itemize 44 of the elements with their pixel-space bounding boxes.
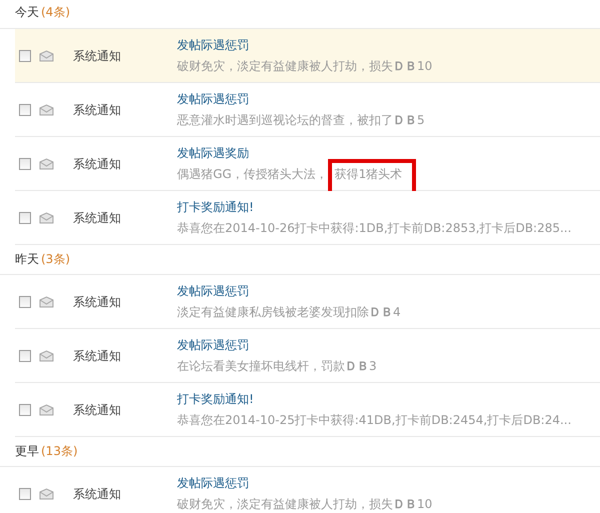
group-count: (4条): [41, 4, 70, 21]
group-label: 更早: [15, 443, 39, 460]
group-count: (13条): [41, 443, 78, 460]
sender-name: 系统通知: [73, 294, 122, 310]
message-title[interactable]: 发帖际遇惩罚: [177, 336, 377, 354]
group-label: 昨天: [15, 251, 39, 268]
checkbox[interactable]: [19, 50, 31, 62]
checkbox[interactable]: [19, 104, 31, 116]
sender-name: 系统通知: [73, 156, 122, 172]
message-title[interactable]: 打卡奖励通知!: [177, 198, 572, 216]
checkbox[interactable]: [19, 350, 31, 362]
message-summary: 恭喜您在2014-10-26打卡中获得:1DB,打卡前DB:2853,打卡后DB:285...: [177, 220, 572, 237]
checkbox[interactable]: [19, 488, 31, 500]
envelope-icon: [39, 158, 54, 170]
group-count: (3条): [41, 251, 70, 268]
envelope-icon: [39, 488, 54, 500]
message-title[interactable]: 发帖际遇惩罚: [177, 90, 425, 108]
sender-name: 系统通知: [73, 486, 122, 502]
message-summary: 恭喜您在2014-10-25打卡中获得:41DB,打卡前DB:2454,打卡后DB:24...: [177, 412, 572, 429]
checkbox[interactable]: [19, 212, 31, 224]
checkbox[interactable]: [19, 404, 31, 416]
sender-name: 系统通知: [73, 402, 122, 418]
message-row[interactable]: 系统通知 打卡奖励通知! 恭喜您在2014-10-26打卡中获得:1DB,打卡前DB:2853,打卡后DB:285...: [15, 191, 600, 245]
message-title[interactable]: 打卡奖励通知!: [177, 390, 572, 408]
message-summary: 在论坛看美女撞坏电线杆，罚款ＤＢ3: [177, 358, 377, 375]
envelope-icon: [39, 296, 54, 308]
envelope-icon: [39, 404, 54, 416]
sender-name: 系统通知: [73, 102, 122, 118]
message-title[interactable]: 发帖际遇惩罚: [177, 282, 401, 300]
group-label: 今天: [15, 4, 39, 21]
sender-name: 系统通知: [73, 348, 122, 364]
message-title[interactable]: 发帖际遇惩罚: [177, 36, 432, 54]
checkbox[interactable]: [19, 158, 31, 170]
checkbox[interactable]: [19, 296, 31, 308]
message-summary: 淡定有益健康私房钱被老婆发现扣除ＤＢ4: [177, 304, 401, 321]
sender-name: 系统通知: [73, 210, 122, 226]
envelope-icon: [39, 350, 54, 362]
message-summary: 偶遇猪GG，传授猪头大法，: [177, 166, 328, 183]
message-title[interactable]: 发帖际遇惩罚: [177, 474, 432, 492]
envelope-icon: [39, 50, 54, 62]
sender-name: 系统通知: [73, 48, 122, 64]
message-title[interactable]: 发帖际遇奖励: [177, 144, 416, 162]
envelope-icon: [39, 212, 54, 224]
envelope-icon: [39, 104, 54, 116]
